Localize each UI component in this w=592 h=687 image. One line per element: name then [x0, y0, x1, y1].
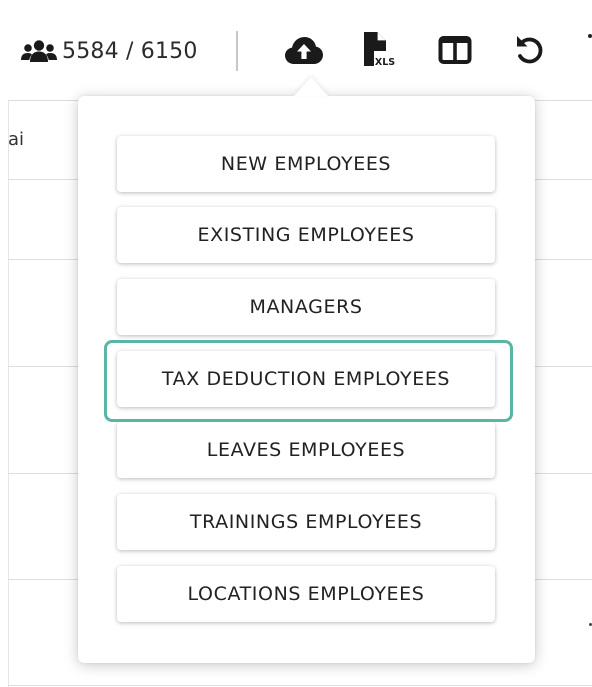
menu-item-leaves-employees[interactable]: LEAVES EMPLOYEES — [117, 422, 495, 478]
reset-button[interactable] — [510, 30, 550, 70]
xls-badge-text: XLS — [375, 57, 395, 68]
toolbar-divider — [236, 31, 238, 71]
employee-count: 5584 / 6150 — [20, 33, 198, 69]
columns-button[interactable] — [435, 30, 475, 70]
users-icon — [21, 40, 57, 62]
menu-item-existing-employees[interactable]: EXISTING EMPLOYEES — [117, 207, 495, 263]
export-xls-button[interactable]: XLS — [358, 30, 398, 70]
upload-button[interactable] — [284, 30, 324, 70]
menu-item-locations-employees[interactable]: LOCATIONS EMPLOYEES — [117, 566, 495, 622]
table-left-edge — [8, 100, 9, 687]
more-vertical-icon — [588, 34, 592, 38]
undo-icon — [517, 36, 543, 64]
upload-menu-arrow — [294, 77, 328, 96]
more-options-button[interactable] — [580, 30, 592, 70]
menu-item-tax-deduction-employees[interactable]: TAX DEDUCTION EMPLOYEES — [117, 351, 495, 407]
menu-item-new-employees[interactable]: NEW EMPLOYEES — [117, 136, 495, 192]
cloud-upload-icon — [285, 37, 323, 64]
xls-file-icon: XLS — [364, 32, 396, 68]
menu-item-managers[interactable]: MANAGERS — [117, 279, 495, 335]
table-column-header: ai — [8, 129, 25, 150]
table-row — [8, 685, 592, 686]
menu-item-trainings-employees[interactable]: TRAININGS EMPLOYEES — [117, 494, 495, 550]
columns-icon — [438, 36, 472, 64]
employee-count-text: 5584 / 6150 — [62, 38, 198, 64]
